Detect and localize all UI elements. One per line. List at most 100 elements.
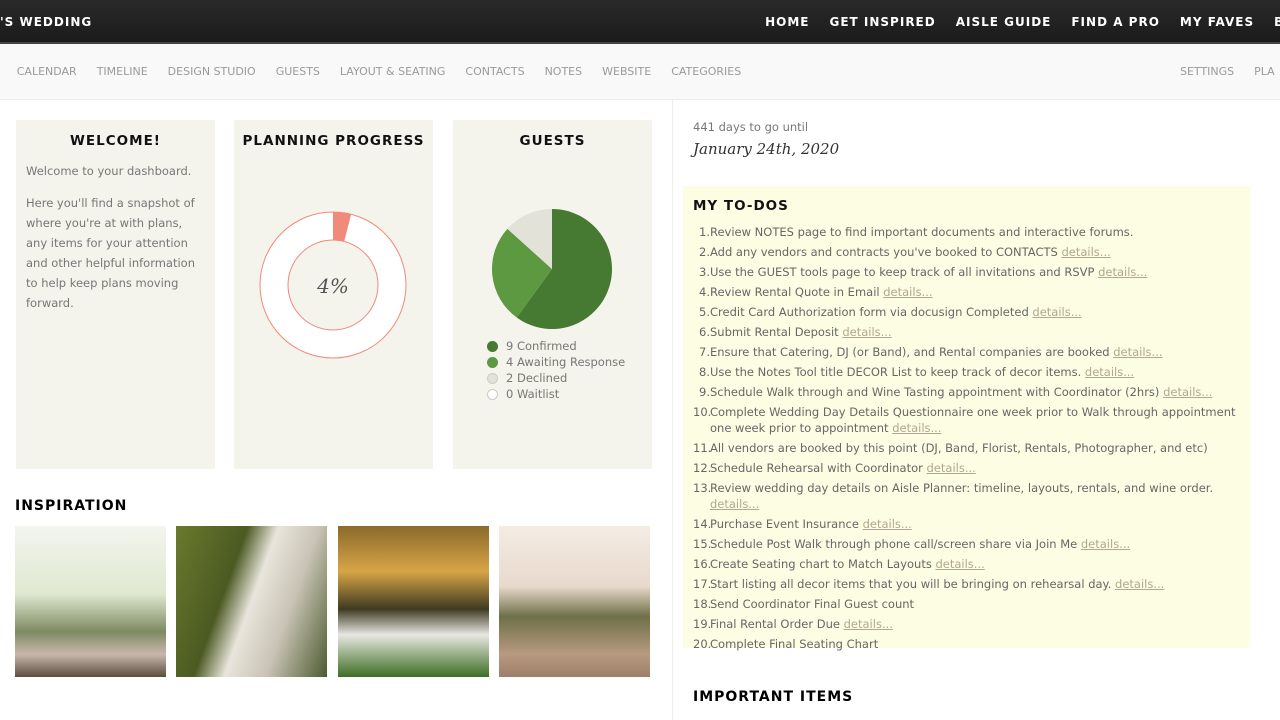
- todo-item: 6. Submit Rental Deposit details...: [693, 324, 1238, 340]
- todo-details-link[interactable]: details...: [1085, 365, 1134, 379]
- todo-details-link[interactable]: details...: [1098, 265, 1147, 279]
- subnav-calendar[interactable]: CALENDAR: [17, 65, 77, 78]
- todo-label: Schedule Post Walk through phone call/sc…: [710, 537, 1078, 551]
- todo-label: Complete Final Seating Chart: [710, 637, 879, 651]
- todo-details-link[interactable]: details...: [1113, 345, 1162, 359]
- welcome-card: WELCOME! Welcome to your dashboard. Here…: [16, 120, 215, 469]
- todo-details-link[interactable]: details...: [844, 617, 893, 631]
- todo-label: Use the Notes Tool title DECOR List to k…: [710, 365, 1082, 379]
- subnav-timeline[interactable]: TIMELINE: [97, 65, 148, 78]
- nav-my-faves[interactable]: MY FAVES: [1180, 15, 1254, 29]
- subnav-website[interactable]: WEBSITE: [602, 65, 651, 78]
- todo-text: Review Rental Quote in Email details...: [710, 284, 933, 300]
- legend-label: 0 Waitlist: [506, 387, 560, 401]
- legend-label: 2 Declined: [506, 371, 568, 385]
- todo-number: 17.: [693, 577, 712, 591]
- todo-details-link[interactable]: details...: [927, 461, 976, 475]
- inspiration-title: INSPIRATION: [15, 498, 128, 514]
- todo-text: Review wedding day details on Aisle Plan…: [710, 480, 1238, 512]
- todo-label: Schedule Rehearsal with Coordinator: [710, 461, 923, 475]
- todo-label: Purchase Event Insurance: [710, 517, 859, 531]
- todo-label: Start listing all decor items that you w…: [710, 577, 1112, 591]
- todo-details-link[interactable]: details...: [892, 421, 941, 435]
- welcome-description: Here you'll find a snapshot of where you…: [26, 196, 196, 310]
- todo-label: Final Rental Order Due: [710, 617, 840, 631]
- todo-number: 6.: [699, 325, 710, 339]
- todo-text: Use the Notes Tool title DECOR List to k…: [710, 364, 1134, 380]
- todo-details-link[interactable]: details...: [1061, 245, 1110, 259]
- todo-label: Submit Rental Deposit: [710, 325, 839, 339]
- todo-number: 13.: [693, 481, 712, 495]
- todo-number: 14.: [693, 517, 712, 531]
- welcome-text: Welcome to your dashboard.: [26, 164, 192, 178]
- todo-details-link[interactable]: details...: [863, 517, 912, 531]
- todo-details-link[interactable]: details...: [1032, 305, 1081, 319]
- subnav-pla[interactable]: PLA: [1254, 65, 1275, 78]
- todo-text: Schedule Rehearsal with Coordinator deta…: [710, 460, 976, 476]
- planner-nav-right: SETTINGS PLA: [1180, 65, 1275, 78]
- legend-item: 4 Awaiting Response: [487, 354, 625, 370]
- todo-number: 12.: [693, 461, 712, 475]
- nav-home[interactable]: HOME: [765, 15, 809, 29]
- todo-details-link[interactable]: details...: [883, 285, 932, 299]
- progress-label: 4%: [316, 274, 349, 298]
- todo-text: Schedule Post Walk through phone call/sc…: [710, 536, 1130, 552]
- todo-details-link[interactable]: details...: [935, 557, 984, 571]
- subnav-guests[interactable]: GUESTS: [276, 65, 320, 78]
- todo-number: 3.: [699, 265, 710, 279]
- progress-donut: 4%: [259, 211, 407, 359]
- todo-item: 16. Create Seating chart to Match Layouts…: [693, 556, 1238, 572]
- inspiration-photo-2[interactable]: [176, 526, 327, 677]
- todo-text: Ensure that Catering, DJ (or Band), and …: [710, 344, 1163, 360]
- subnav-settings[interactable]: SETTINGS: [1180, 65, 1234, 78]
- todo-label: Credit Card Authorization form via docus…: [710, 305, 1029, 319]
- todo-item: 5. Credit Card Authorization form via doc…: [693, 304, 1238, 320]
- legend-dot-icon: [487, 356, 498, 368]
- todo-label: Review NOTES page to find important docu…: [710, 225, 1134, 239]
- todo-text: Final Rental Order Due details...: [710, 616, 893, 632]
- welcome-title: WELCOME!: [70, 133, 161, 149]
- site-brand[interactable]: 'S WEDDING: [0, 15, 92, 29]
- todo-details-link[interactable]: details...: [1081, 537, 1130, 551]
- todo-item: 7. Ensure that Catering, DJ (or Band), an…: [693, 344, 1238, 360]
- todo-details-link[interactable]: details...: [710, 497, 759, 511]
- subnav-categories[interactable]: CATEGORIES: [671, 65, 741, 78]
- todo-details-link[interactable]: details...: [1115, 577, 1164, 591]
- guests-legend: 9 Confirmed 4 Awaiting Response 2 Declined…: [487, 338, 625, 402]
- nav-bri[interactable]: BRI: [1274, 15, 1280, 29]
- todo-number: 4.: [699, 285, 710, 299]
- subnav-design-studio[interactable]: DESIGN STUDIO: [168, 65, 256, 78]
- todo-label: Add any vendors and contracts you've boo…: [710, 245, 1058, 259]
- todos-panel: MY TO-DOS 1. Review NOTES page to find im…: [683, 186, 1250, 651]
- inspiration-photo-3[interactable]: [338, 526, 489, 677]
- subnav-layout-seating[interactable]: LAYOUT & SEATING: [340, 65, 446, 78]
- subnav-contacts[interactable]: CONTACTS: [465, 65, 524, 78]
- todo-details-link[interactable]: details...: [1163, 385, 1212, 399]
- top-navbar: 'S WEDDING HOME GET INSPIRED AISLE GUIDE FI…: [0, 0, 1280, 44]
- nav-find-a-pro[interactable]: FIND A PRO: [1071, 15, 1160, 29]
- todo-item: 9. Schedule Walk through and Wine Tasting…: [693, 384, 1238, 400]
- todo-label: Use the GUEST tools page to keep track o…: [710, 265, 1095, 279]
- todo-details-link[interactable]: details...: [842, 325, 891, 339]
- planning-progress-card: PLANNING PROGRESS 4%: [234, 120, 433, 469]
- todo-text: Review NOTES page to find important docu…: [710, 224, 1133, 240]
- important-items-title: IMPORTANT ITEMS: [693, 689, 854, 705]
- wedding-date: January 24th, 2020: [693, 140, 840, 158]
- inspiration-photo-1[interactable]: [15, 526, 166, 677]
- todo-number: 18.: [693, 597, 712, 611]
- todo-item: 15. Schedule Post Walk through phone call…: [693, 536, 1238, 552]
- todo-number: 5.: [699, 305, 710, 319]
- legend-dot-icon: [487, 372, 498, 384]
- todo-item: 4. Review Rental Quote in Email details..…: [693, 284, 1238, 300]
- legend-dot-icon: [487, 388, 498, 400]
- nav-get-inspired[interactable]: GET INSPIRED: [830, 15, 936, 29]
- inspiration-photo-4[interactable]: [499, 526, 650, 677]
- todo-item: 18. Send Coordinator Final Guest count: [693, 596, 1238, 612]
- nav-aisle-guide[interactable]: AISLE GUIDE: [956, 15, 1052, 29]
- todo-text: Schedule Walk through and Wine Tasting a…: [710, 384, 1212, 400]
- subnav-notes[interactable]: NOTES: [545, 65, 583, 78]
- planner-nav: TCALENDARTIMELINEDESIGN STUDIOGUESTSLAYO…: [0, 65, 742, 78]
- todo-number: 15.: [693, 537, 712, 551]
- todos-title: MY TO-DOS: [693, 198, 789, 214]
- main-nav: HOME GET INSPIRED AISLE GUIDE FIND A PRO MY …: [765, 15, 1280, 29]
